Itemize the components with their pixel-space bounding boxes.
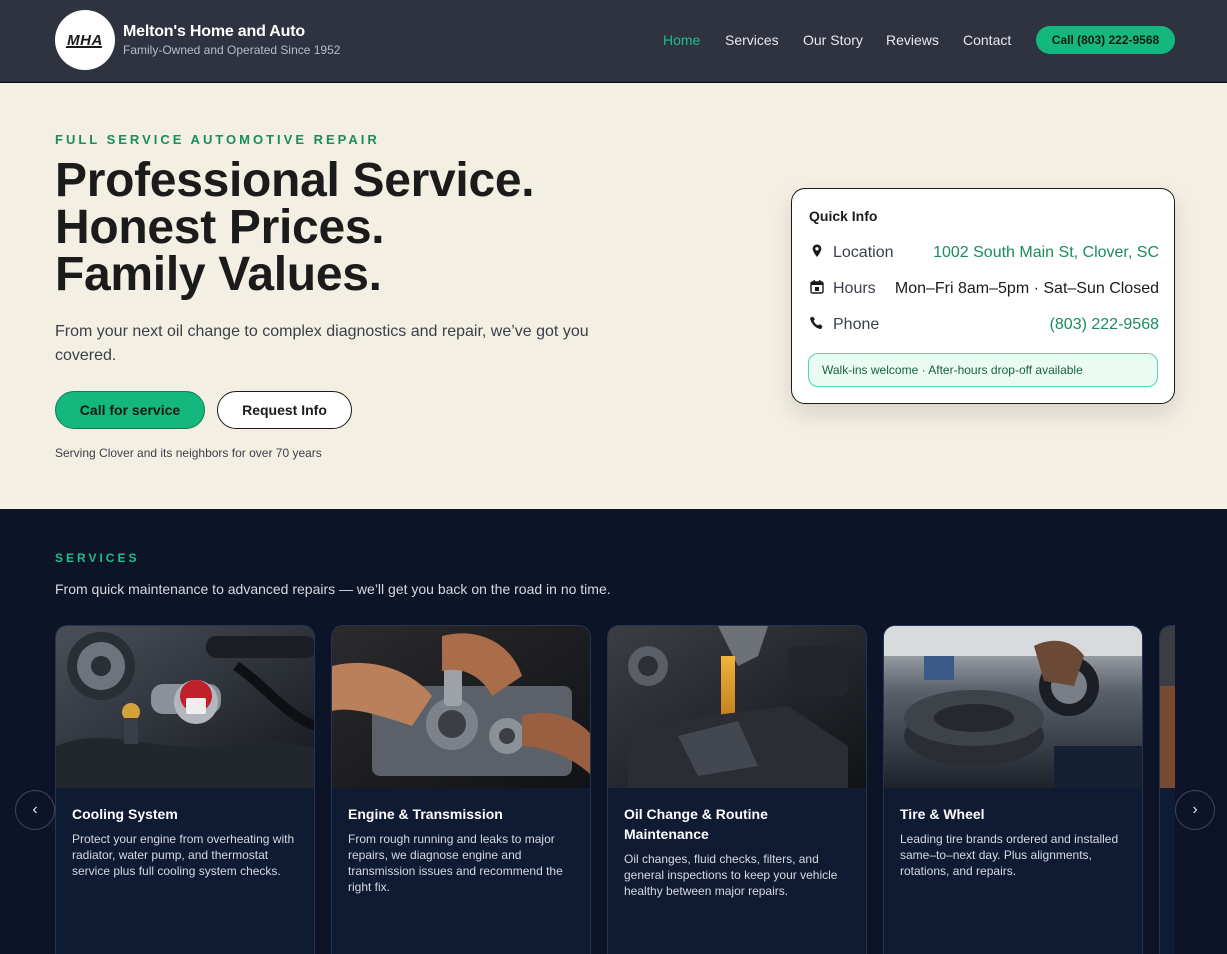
service-card-title: Engine & Transmission [348, 806, 503, 822]
phone-icon [810, 316, 823, 329]
hero-note: Serving Clover and its neighbors for ove… [55, 446, 322, 460]
services-carousel[interactable]: Cooling System Protect your engine from … [55, 625, 1175, 954]
site-header: MHA Melton's Home and Auto Family-Owned … [0, 0, 1227, 82]
service-card-description: Protect your engine from overheating wit… [72, 832, 295, 878]
service-card-cooling[interactable]: Cooling System Protect your engine from … [55, 625, 315, 954]
quick-info-phone: Phone (803) 222-9568 [809, 314, 1159, 338]
hero-section: FULL SERVICE AUTOMOTIVE REPAIR Professio… [0, 83, 1227, 509]
service-card-tire-wheel[interactable]: Tire & Wheel Leading tire brands ordered… [883, 625, 1143, 954]
service-card-title: Oil Change & Routine Maintenance [624, 806, 768, 842]
quick-info-location: Location 1002 South Main St, Clover, SC [809, 242, 1159, 266]
tire-wheel-image [884, 626, 1142, 788]
cooling-system-image [56, 626, 314, 788]
walk-ins-notice: Walk-ins welcome · After-hours drop-off … [808, 353, 1158, 387]
brand-name[interactable]: Melton's Home and Auto [123, 23, 305, 41]
location-value[interactable]: 1002 South Main St, Clover, SC [933, 244, 1159, 262]
call-for-service-button[interactable]: Call for service [55, 391, 205, 429]
headline-line-1: Professional Service. [55, 154, 535, 207]
next-service-image [1160, 626, 1175, 788]
quick-info-hours: Hours Mon–Fri 8am–5pm · Sat–Sun Closed [809, 278, 1159, 302]
service-card-title: Tire & Wheel [900, 806, 985, 822]
services-section: SERVICES From quick maintenance to advan… [0, 509, 1227, 954]
service-card-description: From rough running and leaks to major re… [348, 832, 563, 894]
header-call-button[interactable]: Call (803) 222-9568 [1036, 26, 1175, 54]
nav-home[interactable]: Home [663, 32, 700, 48]
service-card-engine[interactable]: Engine & Transmission From rough running… [331, 625, 591, 954]
hours-value: Mon–Fri 8am–5pm · Sat–Sun Closed [894, 280, 1159, 297]
map-pin-icon [812, 244, 822, 257]
hours-label: Hours [833, 280, 876, 297]
nav-our-story[interactable]: Our Story [803, 32, 863, 48]
location-label: Location [833, 244, 894, 261]
logo-swoosh [65, 46, 103, 48]
headline-line-3: Family Values. [55, 248, 382, 301]
hero-headline: Professional Service. Honest Prices. Fam… [55, 154, 535, 301]
quick-info-card: Quick Info Location 1002 South Main St, … [791, 188, 1175, 404]
phone-label: Phone [833, 316, 880, 333]
nav-contact[interactable]: Contact [963, 32, 1011, 48]
phone-value[interactable]: (803) 222-9568 [1050, 316, 1159, 334]
service-card-description: Oil changes, fluid checks, filters, and … [624, 852, 838, 898]
engine-transmission-image [332, 626, 590, 788]
logo[interactable]: MHA [55, 10, 115, 70]
hero-subtitle: From your next oil change to complex dia… [55, 323, 589, 364]
headline-line-2: Honest Prices. [55, 201, 385, 254]
services-subtitle: From quick maintenance to advanced repai… [55, 581, 611, 597]
nav-services[interactable]: Services [725, 32, 779, 48]
carousel-next-button[interactable]: › [1175, 790, 1215, 830]
services-eyebrow: SERVICES [55, 551, 140, 565]
service-card-oil-change[interactable]: Oil Change & Routine Maintenance Oil cha… [607, 625, 867, 954]
request-info-button[interactable]: Request Info [217, 391, 352, 429]
service-card-title: Cooling System [72, 806, 178, 822]
carousel-prev-button[interactable]: ‹ [15, 790, 55, 830]
service-card-description: Leading tire brands ordered and installe… [900, 832, 1119, 878]
nav-reviews[interactable]: Reviews [886, 32, 939, 48]
brand-tagline: Family-Owned and Operated Since 1952 [123, 43, 341, 57]
hero-eyebrow: FULL SERVICE AUTOMOTIVE REPAIR [55, 132, 380, 147]
calendar-icon [810, 280, 824, 294]
quick-info-title: Quick Info [809, 208, 878, 224]
oil-change-image [608, 626, 866, 788]
service-card-next[interactable] [1159, 625, 1175, 954]
